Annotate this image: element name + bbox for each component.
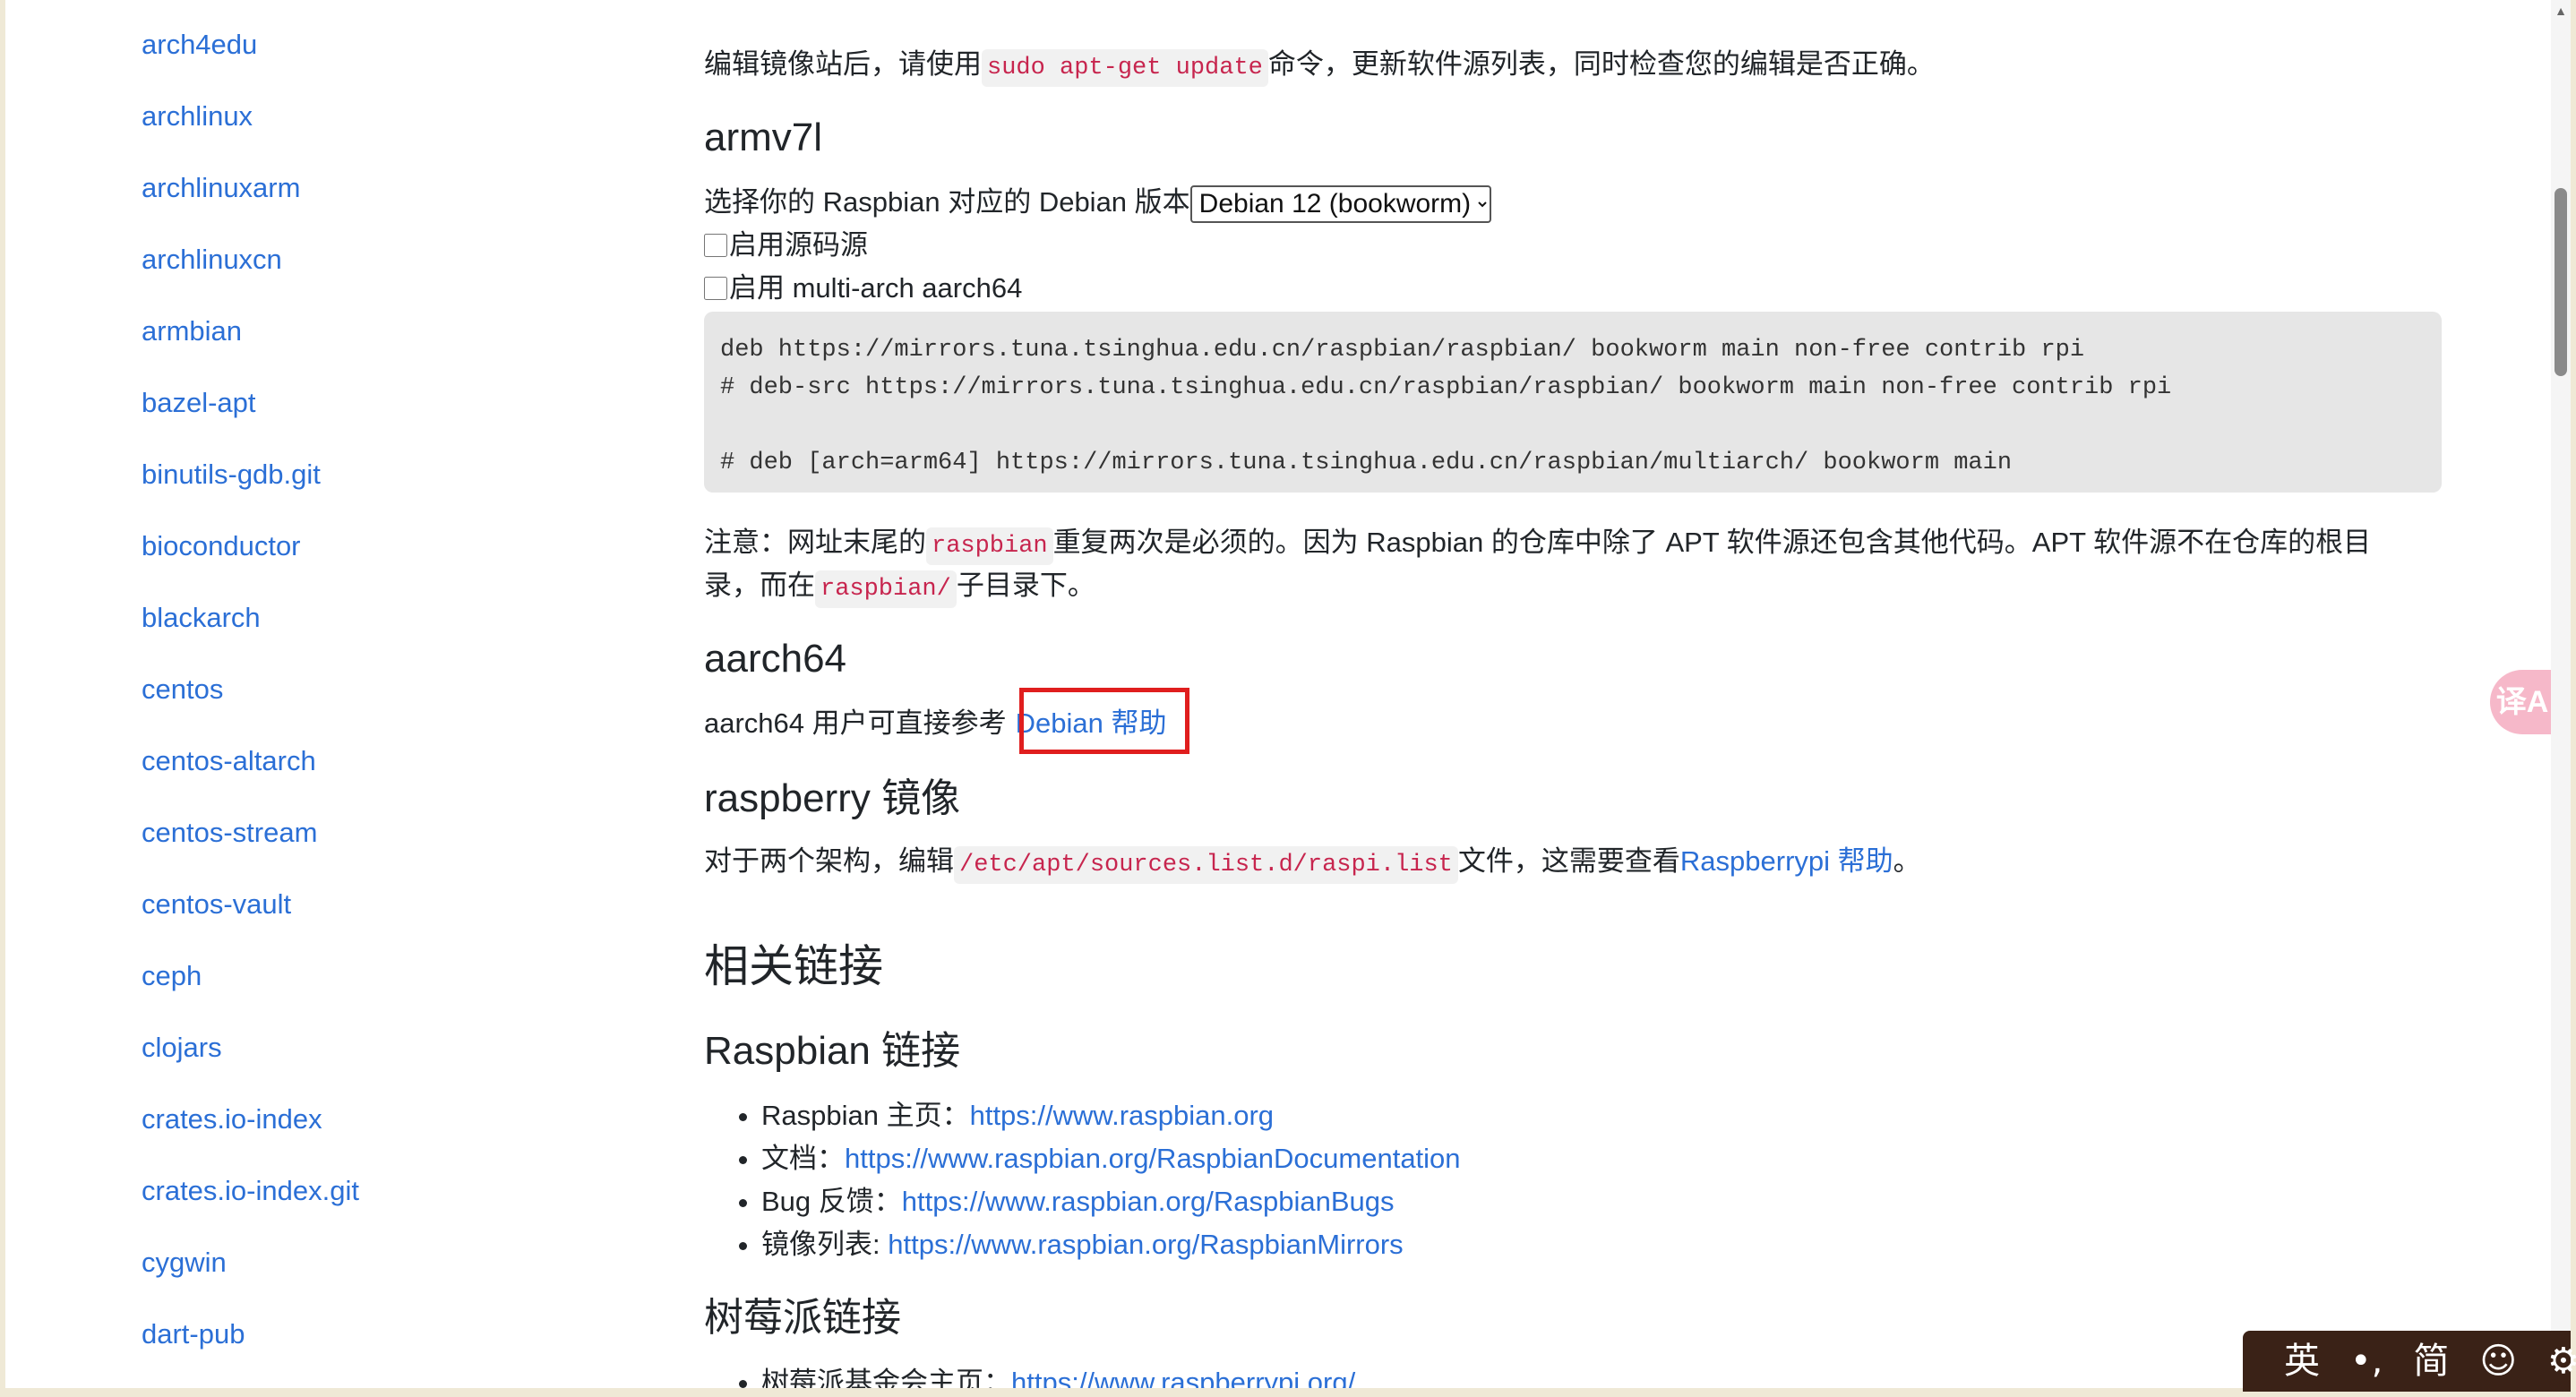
sidebar-item-clojars[interactable]: clojars bbox=[142, 1033, 222, 1061]
sidebar-item-blackarch[interactable]: blackarch bbox=[142, 604, 261, 631]
code-apt-get-update: sudo apt-get update bbox=[982, 49, 1268, 87]
code-raspbian-dir: raspbian/ bbox=[815, 570, 957, 608]
heading-raspbian-links: Raspbian 链接 bbox=[704, 1029, 961, 1073]
code-line: # deb-src https://mirrors.tuna.tsinghua.… bbox=[720, 374, 2172, 401]
aarch64-text: aarch64 用户可直接参考 bbox=[704, 707, 1007, 739]
link-label: 镜像列表: bbox=[761, 1229, 889, 1260]
enable-multiarch-checkbox[interactable] bbox=[704, 277, 727, 300]
sidebar-item-archlinuxcn[interactable]: archlinuxcn bbox=[142, 245, 282, 273]
link-label: 树莓派基金会主页： bbox=[761, 1367, 1011, 1388]
sidebar: arch4edu archlinux archlinuxarm archlinu… bbox=[5, 0, 668, 1388]
ime-language-toggle[interactable]: 英 bbox=[2284, 1343, 2320, 1379]
ime-emoji-icon[interactable]: ☺ bbox=[2479, 1343, 2517, 1379]
ime-simplified-toggle[interactable]: 简 bbox=[2413, 1343, 2449, 1379]
heading-raspberry-mirror: raspberry 镜像 bbox=[704, 776, 961, 820]
raspberrypi-links-list: 树莓派基金会主页：https://www.raspberrypi.org/ bbox=[704, 1361, 1355, 1388]
sidebar-item-dart-pub[interactable]: dart-pub bbox=[142, 1320, 245, 1348]
ime-toolbar: 英 •, 简 ☺ ⚙ bbox=[2243, 1331, 2576, 1392]
sidebar-item-ceph[interactable]: ceph bbox=[142, 962, 202, 990]
ime-settings-gear-icon[interactable]: ⚙ bbox=[2547, 1343, 2576, 1379]
sidebar-item-crates-io-index-git[interactable]: crates.io-index.git bbox=[142, 1177, 359, 1204]
scrollbar-thumb[interactable] bbox=[2555, 188, 2567, 376]
raspberrypi-foundation-link[interactable]: https://www.raspberrypi.org/ bbox=[1011, 1367, 1355, 1388]
raspbian-bugs-link[interactable]: https://www.raspbian.org/RaspbianBugs bbox=[902, 1186, 1395, 1217]
sidebar-item-centos[interactable]: centos bbox=[142, 675, 223, 703]
list-item: Raspbian 主页：https://www.raspbian.org bbox=[761, 1094, 1461, 1137]
intro-text-before: 编辑镜像站后，请使用 bbox=[704, 48, 982, 80]
code-raspi-list: /etc/apt/sources.list.d/raspi.list bbox=[954, 846, 1458, 884]
note-text-1: 注意：网址末尾的 bbox=[704, 527, 926, 558]
link-label: 文档： bbox=[761, 1143, 845, 1174]
raspberry-text-3: 。 bbox=[1893, 845, 1921, 877]
intro-paragraph: 编辑镜像站后，请使用 sudo apt-get update 命令，更新软件源列表，… bbox=[704, 43, 1935, 90]
translate-icon[interactable]: 译A bbox=[2490, 670, 2555, 734]
heading-related-links: 相关链接 bbox=[704, 941, 883, 991]
raspberry-text-1: 对于两个架构，编辑 bbox=[704, 845, 954, 877]
code-raspbian: raspbian bbox=[926, 527, 1053, 565]
checkbox-source-row: 启用源码源 bbox=[704, 224, 868, 267]
note-text-2: 重复两次是必须的。因为 Raspbian 的仓库中除了 APT 软件源还包含其他… bbox=[1052, 527, 2372, 558]
sidebar-item-centos-vault[interactable]: centos-vault bbox=[142, 890, 291, 918]
raspberry-paragraph: 对于两个架构，编辑/etc/apt/sources.list.d/raspi.l… bbox=[704, 840, 1921, 887]
heading-aarch64: aarch64 bbox=[704, 637, 847, 681]
enable-source-checkbox[interactable] bbox=[704, 234, 727, 257]
browser-viewport: arch4edu archlinux archlinuxarm archlinu… bbox=[5, 0, 2571, 1388]
raspberry-text-2: 文件，这需要查看 bbox=[1457, 845, 1680, 877]
ime-punctuation-icon[interactable]: •, bbox=[2350, 1343, 2383, 1379]
sidebar-item-bioconductor[interactable]: bioconductor bbox=[142, 532, 301, 560]
vertical-scrollbar[interactable]: ▲ ▼ bbox=[2551, 0, 2571, 1388]
intro-text-after: 命令，更新软件源列表，同时检查您的编辑是否正确。 bbox=[1267, 48, 1935, 80]
raspbian-homepage-link[interactable]: https://www.raspbian.org bbox=[970, 1100, 1274, 1131]
enable-source-label: 启用源码源 bbox=[729, 229, 868, 261]
main-content: 编辑镜像站后，请使用 sudo apt-get update 命令，更新软件源列表，… bbox=[704, 0, 2451, 1388]
raspbian-links-list: Raspbian 主页：https://www.raspbian.org 文档：… bbox=[704, 1094, 1461, 1266]
note-text-3: 录，而在 bbox=[704, 570, 815, 601]
sidebar-item-centos-altarch[interactable]: centos-altarch bbox=[142, 747, 316, 775]
list-item: Bug 反馈：https://www.raspbian.org/Raspbian… bbox=[761, 1180, 1461, 1223]
sidebar-item-centos-stream[interactable]: centos-stream bbox=[142, 818, 317, 846]
raspberrypi-help-link[interactable]: Raspberrypi 帮助 bbox=[1680, 845, 1893, 877]
list-item: 树莓派基金会主页：https://www.raspberrypi.org/ bbox=[761, 1361, 1355, 1388]
sidebar-item-archlinux[interactable]: archlinux bbox=[142, 102, 253, 130]
list-item: 镜像列表: https://www.raspbian.org/RaspbianM… bbox=[761, 1223, 1461, 1266]
heading-armv7l: armv7l bbox=[704, 116, 823, 159]
link-label: Raspbian 主页： bbox=[761, 1100, 970, 1131]
list-item: 文档：https://www.raspbian.org/RaspbianDocu… bbox=[761, 1137, 1461, 1180]
note-paragraph-line-2: 录，而在 raspbian/子目录下。 bbox=[704, 564, 1095, 611]
raspbian-docs-link[interactable]: https://www.raspbian.org/RaspbianDocumen… bbox=[845, 1143, 1461, 1174]
debian-help-highlight bbox=[1019, 688, 1189, 754]
note-paragraph-line-1: 注意：网址末尾的 raspbian 重复两次是必须的。因为 Raspbian 的仓库… bbox=[704, 521, 2371, 568]
sidebar-item-binutils-gdb[interactable]: binutils-gdb.git bbox=[142, 460, 321, 488]
sidebar-item-crates-io-index[interactable]: crates.io-index bbox=[142, 1105, 322, 1133]
raspbian-mirrors-link[interactable]: https://www.raspbian.org/RaspbianMirrors bbox=[888, 1229, 1403, 1260]
debian-version-select[interactable]: Debian 12 (bookworm) bbox=[1189, 184, 1491, 223]
heading-raspberrypi-links: 树莓派链接 bbox=[704, 1296, 901, 1340]
sidebar-item-cygwin[interactable]: cygwin bbox=[142, 1248, 227, 1276]
version-selector-row: 选择你的 Raspbian 对应的 Debian 版本 Debian 12 (bo… bbox=[704, 181, 1491, 224]
sidebar-item-armbian[interactable]: armbian bbox=[142, 317, 242, 345]
scroll-up-arrow-icon[interactable]: ▲ bbox=[2555, 4, 2567, 18]
sidebar-item-arch4edu[interactable]: arch4edu bbox=[142, 30, 257, 58]
sidebar-item-archlinuxarm[interactable]: archlinuxarm bbox=[142, 174, 300, 201]
version-select-label: 选择你的 Raspbian 对应的 Debian 版本 bbox=[704, 186, 1190, 218]
sources-list-code-block[interactable]: deb https://mirrors.tuna.tsinghua.edu.cn… bbox=[704, 312, 2442, 493]
note-text-4: 子目录下。 bbox=[956, 570, 1095, 601]
link-label: Bug 反馈： bbox=[761, 1186, 902, 1217]
code-line: deb https://mirrors.tuna.tsinghua.edu.cn… bbox=[720, 337, 2085, 364]
checkbox-multiarch-row: 启用 multi-arch aarch64 bbox=[704, 267, 1022, 310]
sidebar-item-bazel-apt[interactable]: bazel-apt bbox=[142, 389, 256, 416]
enable-multiarch-label: 启用 multi-arch aarch64 bbox=[729, 272, 1023, 304]
code-line: # deb [arch=arm64] https://mirrors.tuna.… bbox=[720, 450, 2013, 476]
